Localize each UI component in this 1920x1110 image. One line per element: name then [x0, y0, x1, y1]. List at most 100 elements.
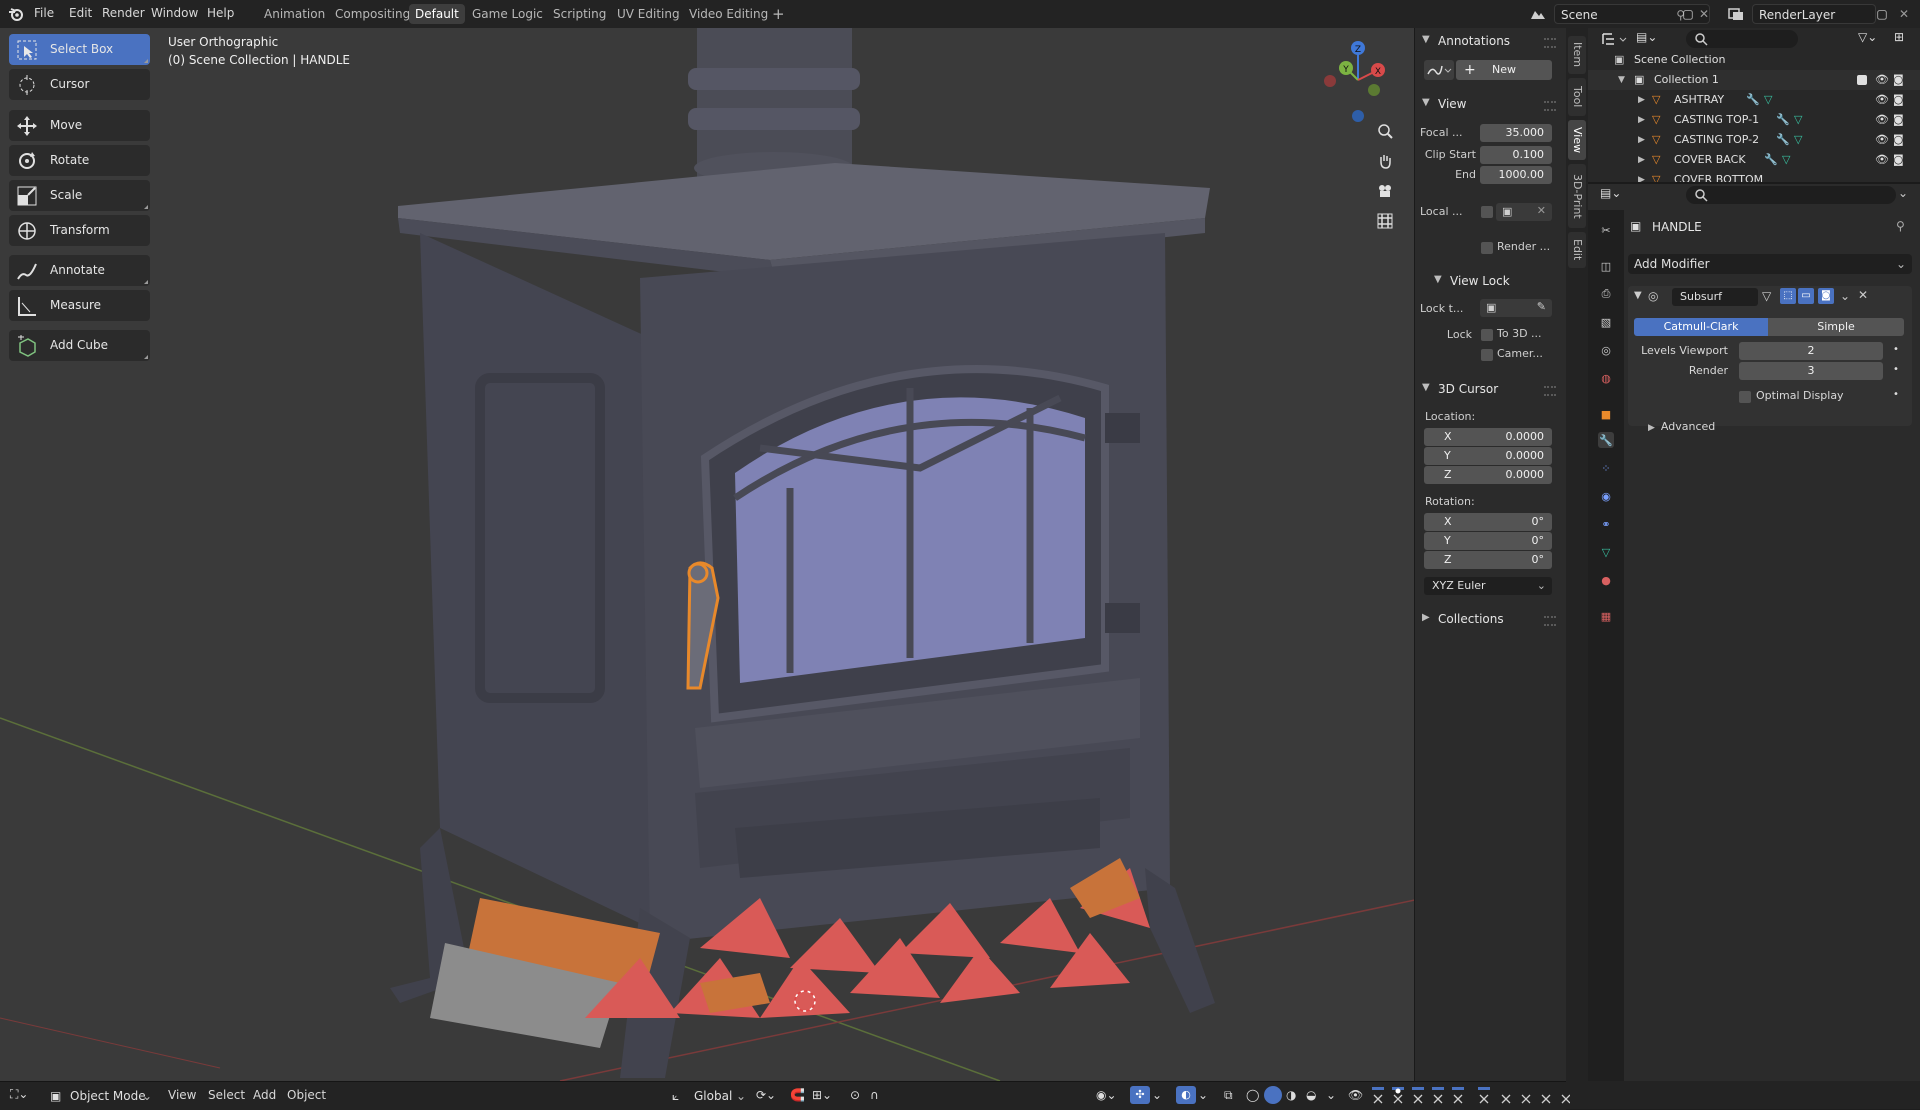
- menu-file[interactable]: File: [34, 6, 54, 20]
- tool-add-cube[interactable]: Add Cube: [9, 330, 150, 361]
- cursor-location-z[interactable]: Z 0.0000: [1424, 466, 1552, 484]
- xray-toggle-icon[interactable]: ⧉: [1224, 1088, 1233, 1103]
- annotations-panel-header[interactable]: ▼ Annotations: [1414, 30, 1566, 54]
- editor-type-icon[interactable]: ⛶⌄: [10, 1087, 40, 1105]
- material-preview-icon[interactable]: ◑: [1286, 1088, 1296, 1102]
- simple-button[interactable]: Simple: [1768, 318, 1904, 336]
- expand-arrow-icon[interactable]: ▶: [1638, 170, 1645, 182]
- view-lock-header[interactable]: ▼ View Lock: [1426, 270, 1578, 294]
- collapse-arrow-icon[interactable]: ▼: [1618, 70, 1625, 90]
- cursor-location-y[interactable]: Y 0.0000: [1424, 447, 1552, 465]
- keyframe-dot-icon[interactable]: •: [1893, 364, 1899, 375]
- render-region-checkbox[interactable]: [1481, 242, 1493, 254]
- solid-shading-icon[interactable]: [1264, 1086, 1282, 1104]
- eye-icon[interactable]: 👁: [1875, 110, 1889, 130]
- add-modifier-dropdown[interactable]: Add Modifier ⌄: [1628, 254, 1912, 274]
- object-data-icon[interactable]: ▽: [1598, 544, 1614, 560]
- lock-to-3d-cursor-checkbox[interactable]: [1481, 329, 1493, 341]
- cursor-location-x[interactable]: X 0.0000: [1424, 428, 1552, 446]
- tab-animation[interactable]: Animation: [258, 4, 331, 24]
- render-properties-icon[interactable]: ◫: [1598, 258, 1614, 274]
- outliner-row-collection-1[interactable]: ▼ ▣ Collection 1 👁 ◙: [1588, 70, 1920, 90]
- tab-view[interactable]: View: [1568, 120, 1586, 160]
- menu-render[interactable]: Render: [102, 6, 145, 20]
- expand-arrow-icon[interactable]: ▶: [1638, 130, 1645, 150]
- output-properties-icon[interactable]: ⎙: [1598, 286, 1614, 302]
- render-camera-icon[interactable]: ◙: [1893, 90, 1904, 110]
- menu-window[interactable]: Window: [151, 6, 198, 20]
- outliner-editor-type-icon[interactable]: [1600, 30, 1632, 48]
- constraints-icon[interactable]: ⚭: [1598, 516, 1614, 532]
- blender-logo-icon[interactable]: [6, 4, 26, 24]
- eye-icon[interactable]: 👁: [1875, 90, 1889, 110]
- gizmo-menu-chevron-icon[interactable]: ⌄: [1152, 1088, 1162, 1102]
- filter-icon[interactable]: ▽⌄: [1858, 30, 1888, 48]
- local-camera-field[interactable]: ▣ ✕: [1496, 203, 1552, 221]
- gizmo-toggle-icon[interactable]: ✣: [1130, 1086, 1150, 1104]
- properties-editor-type-icon[interactable]: ▤⌄: [1600, 186, 1632, 204]
- tab-scripting[interactable]: Scripting: [547, 4, 612, 24]
- clip-start-field[interactable]: 0.100: [1480, 146, 1552, 164]
- advanced-subpanel-header[interactable]: ▶ Advanced: [1648, 420, 1715, 433]
- eye-icon[interactable]: 👁: [1348, 1088, 1363, 1102]
- properties-search-input[interactable]: [1686, 186, 1896, 204]
- view-panel-header[interactable]: ▼ View: [1414, 93, 1566, 117]
- tab-video-editing[interactable]: Video Editing: [683, 4, 774, 24]
- remove-modifier-icon[interactable]: ✕: [1858, 288, 1868, 302]
- cursor-rotation-y[interactable]: Y 0°: [1424, 532, 1552, 550]
- rendered-shading-icon[interactable]: ◒: [1306, 1088, 1316, 1102]
- overlays-menu-chevron-icon[interactable]: ⌄: [1198, 1088, 1208, 1102]
- tool-cursor[interactable]: Cursor: [9, 69, 150, 100]
- outliner-row-casting-top-1[interactable]: ▶ ▽ CASTING TOP-1 🔧 ▽ 👁 ◙: [1588, 110, 1920, 130]
- scene-properties-icon[interactable]: ◎: [1598, 342, 1614, 358]
- tab-tool[interactable]: Tool: [1568, 78, 1586, 116]
- tab-3d-print[interactable]: 3D-Print: [1568, 164, 1586, 228]
- expand-arrow-icon[interactable]: ▶: [1638, 150, 1645, 170]
- clear-icon[interactable]: ✕: [1537, 204, 1546, 217]
- collections-panel-header[interactable]: ▶ Collections: [1414, 608, 1566, 632]
- exclude-checkbox[interactable]: [1857, 75, 1867, 85]
- mode-dropdown[interactable]: ▣ Object Mode ⌄: [48, 1086, 154, 1106]
- display-mode-icon[interactable]: ▤⌄: [1636, 30, 1668, 48]
- levels-viewport-field[interactable]: 2: [1739, 342, 1883, 360]
- menu-help[interactable]: Help: [207, 6, 234, 20]
- modifier-menu-chevron-icon[interactable]: ⌄: [1840, 289, 1850, 303]
- render-layer-field[interactable]: RenderLayer: [1752, 4, 1876, 24]
- tool-transform[interactable]: Transform: [9, 215, 150, 246]
- particles-icon[interactable]: ⁘: [1598, 460, 1614, 476]
- scene-browse-icon[interactable]: [1524, 4, 1552, 24]
- new-collection-icon[interactable]: ⊞: [1894, 30, 1912, 48]
- outliner-row-ashtray[interactable]: ▶ ▽ ASHTRAY 🔧 ▽ 👁 ◙: [1588, 90, 1920, 110]
- texture-icon[interactable]: ▦: [1598, 608, 1614, 624]
- tool-move[interactable]: Move: [9, 110, 150, 141]
- overlays-toggle-icon[interactable]: ◐: [1176, 1086, 1196, 1104]
- world-properties-icon[interactable]: ◍: [1598, 370, 1614, 386]
- tab-uv-editing[interactable]: UV Editing: [611, 4, 686, 24]
- render-levels-field[interactable]: 3: [1739, 362, 1883, 380]
- annotation-layer-browse[interactable]: [1424, 60, 1454, 80]
- outliner-row-scene-collection[interactable]: ▣ Scene Collection: [1588, 50, 1920, 70]
- outliner-row-casting-top-2[interactable]: ▶ ▽ CASTING TOP-2 🔧 ▽ 👁 ◙: [1588, 130, 1920, 150]
- tool-rotate[interactable]: Rotate: [9, 145, 150, 176]
- tool-settings-icon[interactable]: ✂: [1598, 222, 1614, 238]
- modifier-properties-icon[interactable]: 🔧: [1598, 432, 1614, 448]
- tool-select-box[interactable]: Select Box: [9, 34, 150, 65]
- snap-toggle-icon[interactable]: 🧲: [790, 1088, 805, 1102]
- cage-toggle-icon[interactable]: ⬚: [1780, 288, 1796, 304]
- navigation-gizmo[interactable]: Z Y X: [1318, 38, 1398, 128]
- collapse-arrow-icon[interactable]: ▼: [1634, 290, 1642, 301]
- render-layer-browse-icon[interactable]: [1722, 4, 1750, 24]
- proportional-edit-icon[interactable]: ⊙: [850, 1088, 860, 1102]
- expand-arrow-icon[interactable]: ▶: [1638, 110, 1645, 130]
- delete-scene-icon[interactable]: ✕: [1694, 4, 1714, 24]
- render-camera-icon[interactable]: ◙: [1893, 70, 1904, 90]
- modifier-name-field[interactable]: Subsurf: [1672, 288, 1758, 306]
- keyframe-dot-icon[interactable]: •: [1893, 344, 1899, 355]
- render-toggle-icon[interactable]: ◙: [1818, 288, 1834, 304]
- outliner-row-cover-bottom[interactable]: ▶ ▽ COVER BOTTOM: [1588, 170, 1920, 182]
- tab-game-logic[interactable]: Game Logic: [466, 4, 549, 24]
- view-layer-icon[interactable]: ▧: [1598, 314, 1614, 330]
- tool-annotate[interactable]: Annotate: [9, 255, 150, 286]
- menu-view[interactable]: View: [168, 1088, 196, 1102]
- eye-icon[interactable]: 👁: [1875, 130, 1889, 150]
